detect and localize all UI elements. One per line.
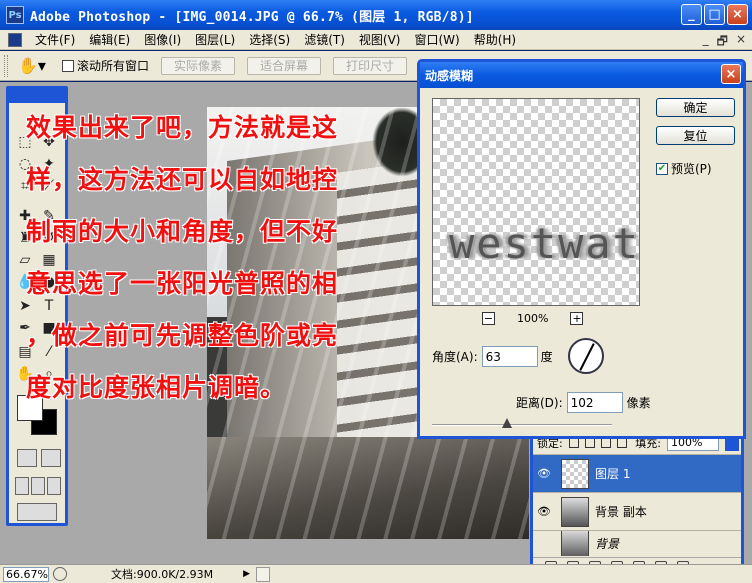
- menu-bar: 文件(F) 编辑(E) 图像(I) 图层(L) 选择(S) 滤镜(T) 视图(V…: [0, 30, 752, 50]
- zoom-in-button[interactable]: +: [570, 312, 584, 325]
- menu-window[interactable]: 窗口(W): [407, 31, 466, 48]
- status-menu-arrow-icon[interactable]: ▶: [243, 569, 250, 579]
- fit-screen-button[interactable]: 适合屏幕: [247, 56, 322, 75]
- ok-button[interactable]: 确定: [656, 98, 735, 117]
- dialog-close-button[interactable]: ×: [721, 64, 741, 84]
- menu-select[interactable]: 选择(S): [242, 31, 297, 48]
- actual-pixels-button[interactable]: 实际像素: [161, 56, 236, 75]
- doc-restore-button[interactable]: 🗗: [717, 32, 728, 53]
- lock-position-icon[interactable]: [600, 438, 611, 448]
- overlay-line: 意思选了一张阳光普照的相: [26, 269, 339, 298]
- hand-tool-icon[interactable]: ✋▾: [18, 55, 48, 77]
- jump-to-imageready-button[interactable]: [17, 503, 57, 521]
- doc-minimize-button[interactable]: _: [703, 32, 709, 53]
- zoom-level-input[interactable]: 66.67%: [3, 566, 49, 582]
- doc-close-button[interactable]: ×: [736, 32, 746, 53]
- tutorial-overlay-text: 效果出来了吧，方法就是这 样，这方法还可以自如地控 制雨的大小和角度，但不好 意…: [26, 102, 376, 414]
- scroll-all-label: 滚动所有窗口: [77, 59, 150, 73]
- overlay-line: 效果出来了吧，方法就是这: [26, 113, 339, 142]
- menu-view[interactable]: 视图(V): [352, 31, 408, 48]
- print-size-button[interactable]: 打印尺寸: [333, 56, 408, 75]
- maximize-button[interactable]: □: [704, 4, 725, 25]
- standard-mode-button[interactable]: [17, 449, 37, 467]
- menu-image[interactable]: 图像(I): [137, 31, 188, 48]
- toolbox-header[interactable]: [9, 89, 65, 103]
- horizontal-scroll-left[interactable]: [256, 566, 271, 582]
- layer-name: 图层 1: [595, 467, 631, 481]
- document-icon[interactable]: [8, 32, 22, 47]
- document-size-info: 文档:900.0K/2.93M: [111, 568, 214, 581]
- lock-all-icon[interactable]: [616, 438, 627, 448]
- title-bar: Ps Adobe Photoshop - [IMG_0014.JPG @ 66.…: [0, 0, 752, 30]
- preview-text: westwater: [449, 219, 640, 268]
- lock-pixels-icon[interactable]: [584, 438, 595, 448]
- distance-unit: 像素: [626, 396, 651, 410]
- layer-thumbnail: [561, 531, 589, 556]
- distance-slider[interactable]: [432, 418, 612, 428]
- overlay-line: 制雨的大小和角度，但不好: [26, 217, 339, 246]
- screen-mode-full-menu-button[interactable]: [31, 477, 45, 495]
- angle-unit: 度: [540, 350, 553, 364]
- layer-row-layer-1[interactable]: 👁 图层 1: [533, 454, 741, 492]
- status-info-icon[interactable]: [53, 567, 67, 581]
- options-grip[interactable]: [4, 54, 8, 77]
- menu-file[interactable]: 文件(F): [28, 31, 82, 48]
- overlay-line: 度对比度张相片调暗。: [26, 373, 287, 402]
- eye-icon[interactable]: 👁: [533, 505, 555, 518]
- overlay-line: 样，这方法还可以自如地控: [26, 165, 339, 194]
- layer-name: 背景: [595, 537, 620, 551]
- screen-mode-full-button[interactable]: [47, 477, 61, 495]
- lock-transparent-icon[interactable]: [568, 438, 579, 448]
- distance-input[interactable]: 102: [566, 392, 623, 413]
- angle-label: 角度(A):: [432, 350, 478, 364]
- preview-zoom-value: 100%: [517, 312, 549, 325]
- layer-row-background-copy[interactable]: 👁 背景 副本: [533, 492, 741, 530]
- overlay-line: ，做之前可先调整色阶或亮: [26, 321, 339, 350]
- minimize-button[interactable]: _: [681, 4, 702, 25]
- close-button[interactable]: ×: [727, 4, 748, 25]
- filter-preview[interactable]: westwater: [432, 98, 640, 306]
- layer-thumbnail: [561, 458, 589, 489]
- distance-label: 距离(D):: [516, 396, 563, 410]
- menu-help[interactable]: 帮助(H): [467, 31, 523, 48]
- preview-checkbox[interactable]: ✔: [656, 162, 668, 175]
- photoshop-logo-icon: Ps: [6, 6, 24, 24]
- motion-blur-dialog: 动感模糊 × westwater − 100% + 确定 复位 ✔ 预览(P) …: [417, 59, 746, 439]
- angle-dial[interactable]: [568, 338, 604, 374]
- menu-edit[interactable]: 编辑(E): [82, 31, 137, 48]
- status-bar: 66.67% 文档:900.0K/2.93M ▶: [0, 564, 752, 583]
- layer-name: 背景 副本: [595, 505, 647, 519]
- scroll-all-checkbox[interactable]: [62, 59, 74, 72]
- distance-slider-thumb[interactable]: [502, 418, 512, 428]
- menu-layer[interactable]: 图层(L): [188, 31, 242, 48]
- zoom-out-button[interactable]: −: [482, 312, 495, 325]
- dialog-title[interactable]: 动感模糊: [420, 62, 743, 88]
- layer-row-background[interactable]: 背景: [533, 530, 741, 556]
- menu-filter[interactable]: 滤镜(T): [297, 31, 352, 48]
- reset-button[interactable]: 复位: [656, 126, 735, 145]
- preview-label: 预览(P): [671, 162, 712, 176]
- angle-input[interactable]: 63: [481, 346, 538, 367]
- quick-mask-button[interactable]: [41, 449, 61, 467]
- layer-thumbnail: [561, 496, 589, 527]
- window-title: Adobe Photoshop - [IMG_0014.JPG @ 66.7% …: [30, 9, 474, 25]
- eye-icon[interactable]: 👁: [533, 467, 555, 480]
- layers-panel: 锁定: 填充: 100% 👁 图层 1 👁 背景 副本 背景: [530, 432, 744, 578]
- screen-mode-standard-button[interactable]: [15, 477, 29, 495]
